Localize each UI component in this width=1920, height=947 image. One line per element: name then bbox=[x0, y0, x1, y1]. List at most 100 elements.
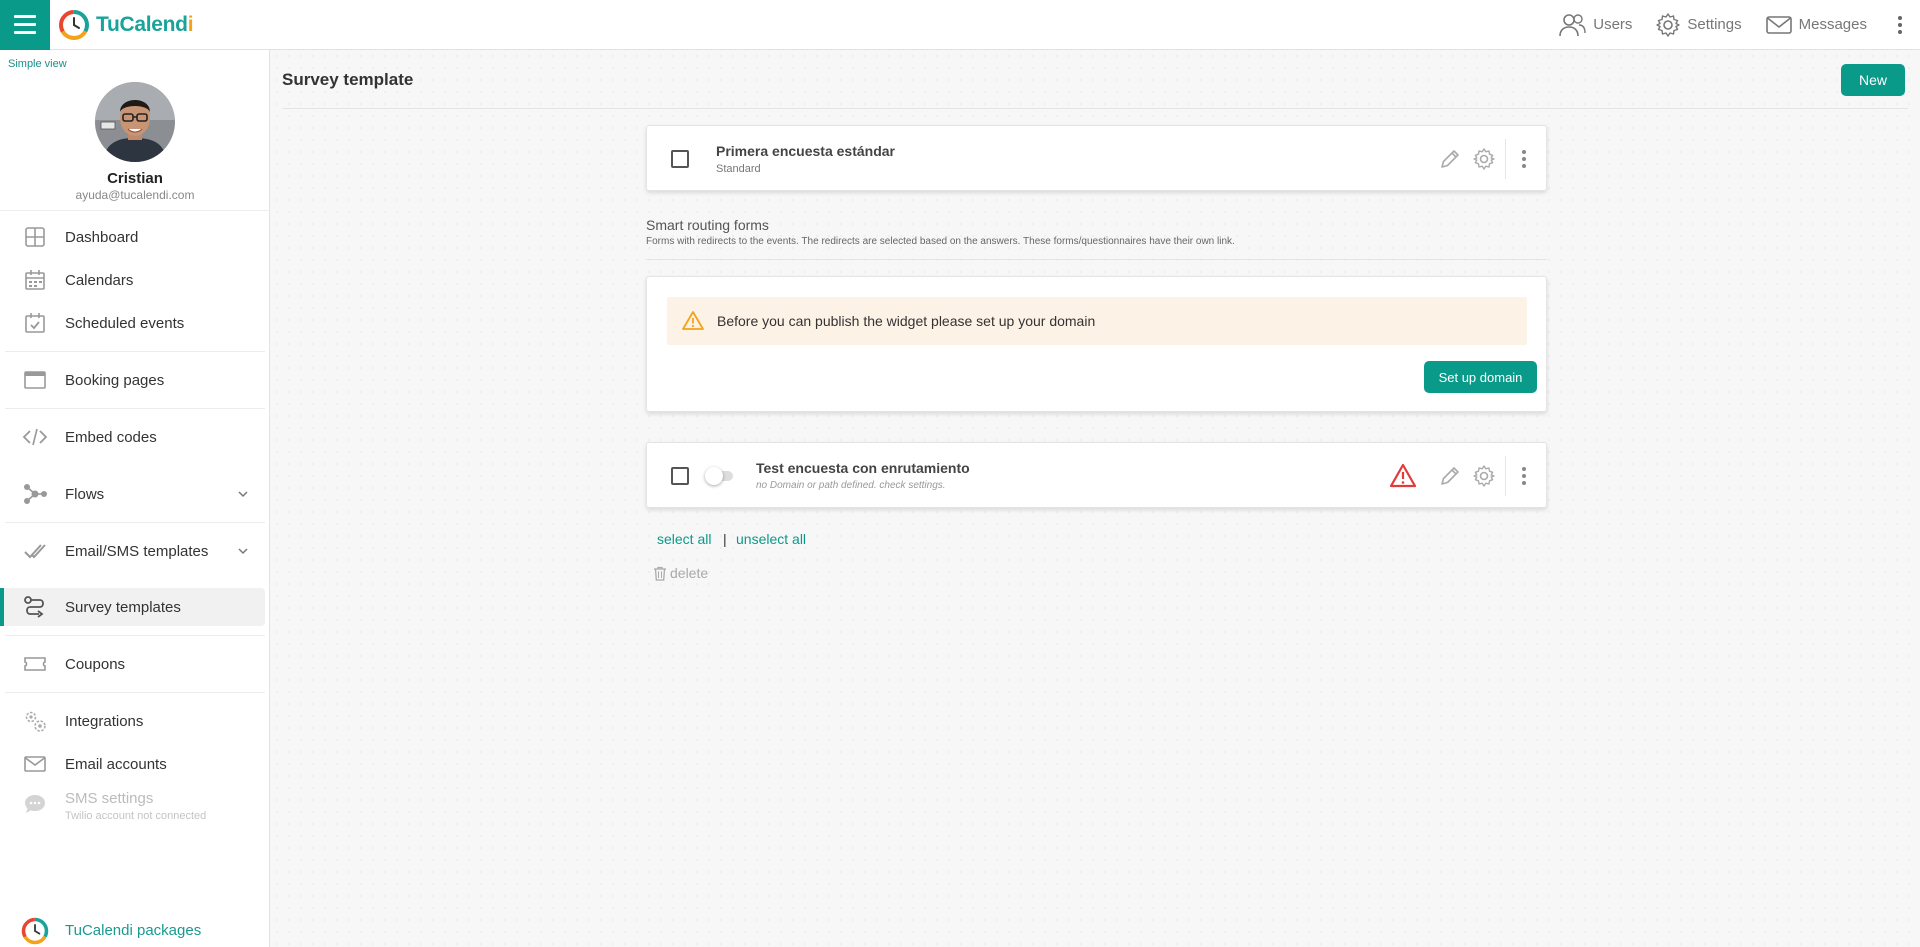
sms-settings-status: Twilio account not connected bbox=[65, 810, 207, 822]
users-nav-button[interactable]: Users bbox=[1557, 12, 1632, 38]
double-check-icon bbox=[24, 544, 46, 559]
hamburger-line bbox=[14, 15, 36, 18]
sidebar-item-label: Calendars bbox=[65, 271, 134, 289]
survey-card-standard: Primera encuesta estándar Standard bbox=[646, 125, 1547, 191]
card-more-options-button[interactable] bbox=[1517, 147, 1531, 171]
survey-title[interactable]: Test encuesta con enrutamiento bbox=[756, 460, 970, 476]
menu-toggle-button[interactable] bbox=[0, 0, 50, 50]
sidebar-item-label: Integrations bbox=[65, 712, 144, 730]
avatar-photo bbox=[95, 82, 175, 162]
sidebar-item-label: Embed codes bbox=[65, 428, 157, 446]
sidebar-item-label: Email/SMS templates bbox=[65, 542, 209, 560]
page-title: Survey template bbox=[282, 70, 414, 89]
kebab-dot bbox=[1522, 150, 1526, 154]
toggle-knob bbox=[705, 467, 723, 485]
divider bbox=[5, 408, 265, 409]
sidebar-item-label: Survey templates bbox=[65, 598, 181, 616]
sidebar-item-flows[interactable]: Flows bbox=[0, 475, 265, 513]
hamburger-line bbox=[14, 31, 36, 34]
card-more-options-button[interactable] bbox=[1517, 464, 1531, 488]
gears-icon bbox=[25, 711, 46, 732]
survey-select-checkbox[interactable] bbox=[671, 150, 689, 168]
survey-domain-note: no Domain or path defined. check setting… bbox=[756, 480, 946, 491]
sidebar-item-sms-settings[interactable]: SMS settings Twilio account not connecte… bbox=[0, 785, 265, 825]
brand-name-main: TuCalend bbox=[96, 12, 188, 36]
sidebar-item-dashboard[interactable]: Dashboard bbox=[0, 218, 265, 256]
messages-nav-button[interactable]: Messages bbox=[1765, 14, 1867, 36]
warning-icon bbox=[682, 311, 704, 330]
gear-icon[interactable] bbox=[1471, 146, 1497, 172]
divider bbox=[5, 351, 265, 352]
user-name: Cristian bbox=[107, 170, 163, 187]
routing-icon bbox=[24, 596, 44, 618]
settings-nav-button[interactable]: Settings bbox=[1655, 12, 1742, 38]
select-all-link[interactable]: select all bbox=[657, 531, 711, 547]
gear-icon[interactable] bbox=[1471, 463, 1497, 489]
domain-warning-alert: Before you can publish the widget please… bbox=[667, 297, 1527, 345]
survey-card-routing: Test encuesta con enrutamiento no Domain… bbox=[646, 442, 1547, 508]
flow-nodes-icon bbox=[24, 484, 47, 504]
avatar[interactable] bbox=[95, 82, 175, 162]
divider bbox=[5, 522, 265, 523]
users-icon bbox=[1559, 13, 1586, 36]
kebab-dot bbox=[1522, 467, 1526, 471]
sidebar-item-email-sms-templates[interactable]: Email/SMS templates bbox=[0, 532, 265, 570]
delete-button[interactable]: delete bbox=[653, 565, 708, 581]
brand-name-accent: i bbox=[187, 12, 194, 36]
brand-name: TuCalendi bbox=[96, 12, 194, 37]
divider bbox=[646, 259, 1547, 260]
trash-icon bbox=[654, 566, 666, 581]
kebab-dot bbox=[1898, 29, 1902, 34]
users-nav-label: Users bbox=[1593, 16, 1633, 33]
kebab-dot bbox=[1522, 474, 1526, 478]
sidebar-item-embed-codes[interactable]: Embed codes bbox=[0, 418, 265, 456]
survey-select-checkbox[interactable] bbox=[671, 467, 689, 485]
error-warning-icon[interactable] bbox=[1389, 462, 1417, 490]
sidebar-item-label: Flows bbox=[65, 485, 105, 503]
tucalendi-packages-link[interactable]: TuCalendi packages bbox=[0, 912, 265, 947]
sidebar-item-label: Scheduled events bbox=[65, 314, 185, 332]
sidebar-item-integrations[interactable]: Integrations bbox=[0, 702, 265, 740]
sidebar-item-label: Booking pages bbox=[65, 371, 165, 389]
simple-view-link[interactable]: Simple view bbox=[8, 58, 67, 70]
domain-alert-card: Before you can publish the widget please… bbox=[646, 276, 1547, 412]
browser-window-icon bbox=[24, 371, 46, 389]
divider bbox=[1505, 139, 1506, 179]
survey-title[interactable]: Primera encuesta estándar bbox=[716, 143, 895, 159]
settings-nav-label: Settings bbox=[1687, 16, 1742, 33]
section-title: Smart routing forms bbox=[646, 217, 769, 233]
sidebar-item-calendars[interactable]: Calendars bbox=[0, 261, 265, 299]
new-button[interactable]: New bbox=[1841, 64, 1905, 96]
tucalendi-logo-icon bbox=[59, 9, 89, 40]
set-up-domain-button[interactable]: Set up domain bbox=[1424, 361, 1537, 393]
code-icon bbox=[22, 428, 48, 446]
sidebar-item-coupons[interactable]: Coupons bbox=[0, 645, 265, 683]
pencil-icon[interactable] bbox=[1437, 146, 1463, 172]
divider bbox=[282, 108, 1908, 109]
divider bbox=[5, 692, 265, 693]
calendar-check-icon bbox=[25, 313, 45, 333]
chevron-down-icon bbox=[238, 548, 248, 555]
sidebar-item-scheduled-events[interactable]: Scheduled events bbox=[0, 304, 265, 342]
sidebar-item-label: Coupons bbox=[65, 655, 126, 673]
unselect-all-link[interactable]: unselect all bbox=[736, 531, 806, 547]
publish-toggle[interactable] bbox=[705, 467, 735, 485]
brand-logo-link[interactable]: TuCalendi bbox=[57, 8, 194, 42]
sidebar-item-booking-pages[interactable]: Booking pages bbox=[0, 361, 265, 399]
sms-settings-label: SMS settings bbox=[65, 790, 154, 807]
pencil-icon[interactable] bbox=[1437, 463, 1463, 489]
envelope-icon bbox=[24, 756, 46, 772]
more-options-button[interactable] bbox=[1890, 10, 1910, 40]
sidebar-item-survey-templates[interactable]: Survey templates bbox=[0, 588, 265, 626]
sidebar-item-email-accounts[interactable]: Email accounts bbox=[0, 745, 265, 783]
calendar-icon bbox=[25, 270, 45, 290]
chat-bubble-icon bbox=[25, 795, 45, 813]
divider bbox=[5, 635, 265, 636]
envelope-icon bbox=[1765, 15, 1792, 34]
kebab-dot bbox=[1522, 481, 1526, 485]
tucalendi-logo-icon bbox=[21, 917, 49, 945]
separator: | bbox=[723, 531, 727, 547]
top-bar: TuCalendi Users Settings Messages bbox=[0, 0, 1920, 50]
packages-label: TuCalendi packages bbox=[65, 921, 202, 939]
survey-type: Standard bbox=[716, 163, 761, 175]
